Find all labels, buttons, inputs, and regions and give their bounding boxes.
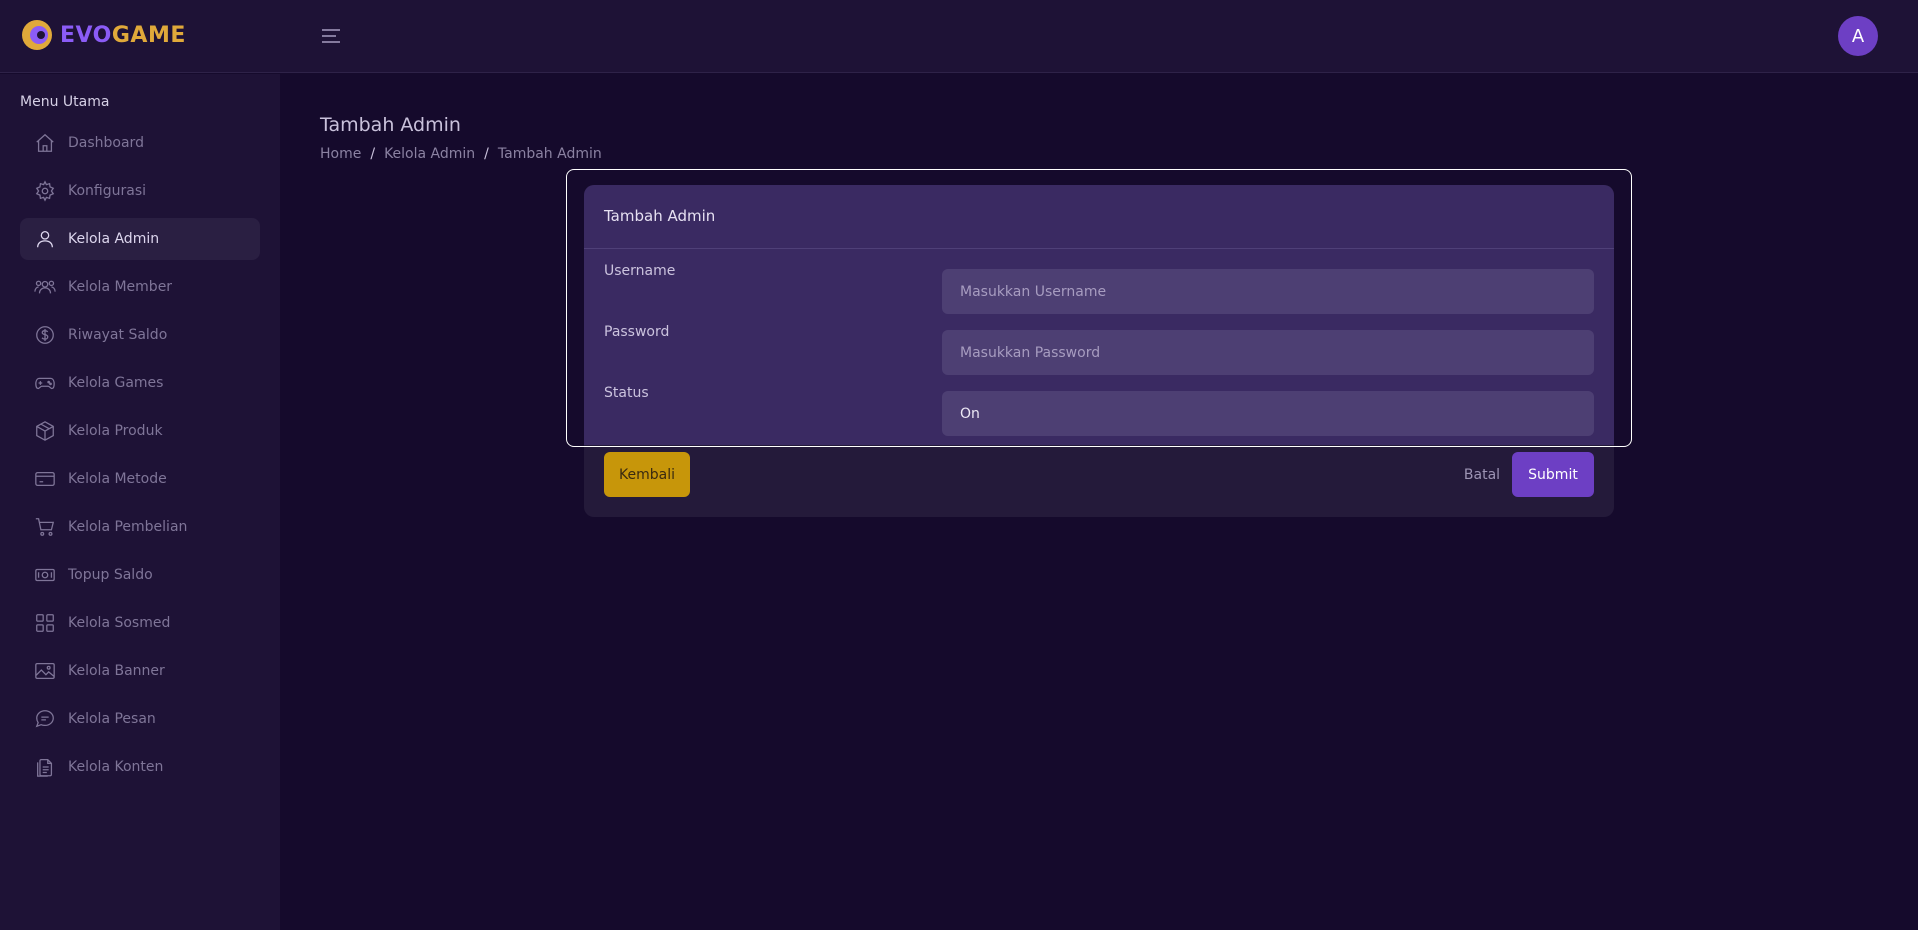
breadcrumb-home[interactable]: Home (320, 146, 361, 162)
cart-icon (35, 518, 55, 536)
breadcrumb-separator: / (370, 146, 376, 162)
sidebar-item-dashboard[interactable]: Dashboard (20, 122, 260, 164)
sidebar-item-label: Kelola Sosmed (68, 615, 171, 631)
hamburger-icon[interactable] (321, 26, 341, 46)
gear-icon (35, 180, 55, 202)
image-icon (35, 663, 55, 679)
status-label: Status (604, 385, 649, 401)
password-input[interactable] (942, 330, 1594, 375)
document-icon (37, 759, 53, 777)
username-input[interactable] (942, 269, 1594, 314)
logo-icon (22, 20, 52, 50)
sidebar-item-label: Kelola Pesan (68, 711, 156, 727)
top-bar: EVOGAME A (0, 0, 1918, 73)
page-title: Tambah Admin (320, 114, 461, 136)
sidebar-item-label: Kelola Produk (68, 423, 163, 439)
sidebar-item-kelola-admin[interactable]: Kelola Admin (20, 218, 260, 260)
password-label: Password (604, 324, 670, 340)
cancel-button[interactable]: Batal (1454, 452, 1510, 497)
sidebar-menu: Dashboard Konfigurasi Kelola Admin Kelol… (20, 122, 260, 794)
sidebar-item-kelola-banner[interactable]: Kelola Banner (20, 650, 260, 692)
sidebar-item-riwayat-saldo[interactable]: Riwayat Saldo (20, 314, 260, 356)
home-icon (36, 133, 54, 152)
sidebar-item-label: Kelola Banner (68, 663, 165, 679)
breadcrumb-separator: / (484, 146, 489, 162)
breadcrumb-kelola-admin[interactable]: Kelola Admin (384, 146, 475, 162)
username-label: Username (604, 263, 676, 279)
back-button[interactable]: Kembali (604, 452, 690, 497)
sidebar-item-kelola-member[interactable]: Kelola Member (20, 266, 260, 308)
card-title: Tambah Admin (604, 207, 716, 225)
sidebar-item-label: Kelola Pembelian (68, 519, 188, 535)
sidebar: Menu Utama Dashboard Konfigurasi Kelola … (0, 74, 280, 930)
sidebar-item-label: Dashboard (68, 135, 144, 151)
sidebar-item-kelola-pembelian[interactable]: Kelola Pembelian (20, 506, 260, 548)
chat-icon (35, 710, 54, 728)
user-icon (37, 231, 53, 248)
breadcrumb: Home / Kelola Admin / Tambah Admin (320, 146, 602, 162)
brand-logo[interactable]: EVOGAME (20, 18, 186, 52)
add-admin-card: Tambah Admin Username Password Status On… (584, 185, 1614, 517)
sidebar-item-label: Kelola Konten (68, 759, 164, 775)
users-icon (34, 280, 56, 294)
card-icon (35, 471, 55, 487)
brand-name-part2: GAME (111, 22, 186, 48)
sidebar-item-label: Kelola Admin (68, 231, 160, 247)
dollar-icon (36, 326, 54, 344)
sidebar-item-kelola-konten[interactable]: Kelola Konten (20, 746, 260, 788)
breadcrumb-current: Tambah Admin (497, 146, 602, 162)
sidebar-item-label: Topup Saldo (68, 567, 153, 583)
grid-icon (36, 614, 54, 632)
sidebar-item-label: Kelola Member (68, 279, 173, 295)
sidebar-item-label: Riwayat Saldo (68, 327, 168, 343)
brand-name-part1: EVO (60, 22, 112, 48)
money-icon (35, 568, 55, 582)
sidebar-item-topup-saldo[interactable]: Topup Saldo (20, 554, 260, 596)
status-select[interactable]: On (942, 391, 1594, 436)
status-value: On (960, 405, 980, 422)
card-header: Tambah Admin (584, 185, 1614, 249)
card-body: Username Password Status On (584, 249, 1614, 445)
user-avatar[interactable]: A (1838, 16, 1878, 56)
sidebar-item-label: Kelola Metode (68, 471, 167, 487)
submit-button[interactable]: Submit (1512, 452, 1594, 497)
sidebar-item-kelola-metode[interactable]: Kelola Metode (20, 458, 260, 500)
sidebar-item-konfigurasi[interactable]: Konfigurasi (20, 170, 260, 212)
box-icon (36, 421, 54, 441)
sidebar-title: Menu Utama (20, 94, 110, 110)
sidebar-item-label: Konfigurasi (68, 183, 147, 199)
sidebar-item-kelola-pesan[interactable]: Kelola Pesan (20, 698, 260, 740)
sidebar-item-label: Kelola Games (68, 375, 164, 391)
sidebar-item-kelola-produk[interactable]: Kelola Produk (20, 410, 260, 452)
brand-name: EVOGAME (60, 23, 186, 48)
sidebar-item-kelola-sosmed[interactable]: Kelola Sosmed (20, 602, 260, 644)
sidebar-item-kelola-games[interactable]: Kelola Games (20, 362, 260, 404)
gamepad-icon (35, 377, 55, 390)
